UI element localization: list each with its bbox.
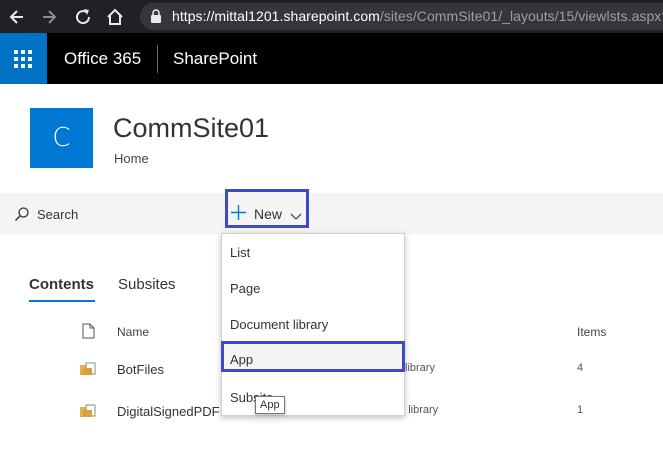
menu-item-document-library[interactable]: Document library bbox=[230, 317, 328, 332]
plus-icon bbox=[230, 204, 247, 226]
new-button-label: New bbox=[254, 206, 283, 222]
site-logo[interactable]: C bbox=[30, 108, 93, 168]
search-label[interactable]: Search bbox=[37, 207, 78, 222]
tab-contents[interactable]: Contents bbox=[29, 276, 94, 293]
forward-icon[interactable] bbox=[38, 6, 60, 28]
document-library-icon bbox=[80, 362, 96, 381]
sharepoint-link[interactable]: SharePoint bbox=[173, 49, 257, 69]
office-365-link[interactable]: Office 365 bbox=[64, 49, 141, 69]
search-box[interactable] bbox=[0, 193, 208, 234]
site-title[interactable]: CommSite01 bbox=[113, 113, 269, 144]
menu-item-app[interactable]: App bbox=[230, 352, 253, 367]
home-icon[interactable] bbox=[104, 6, 126, 28]
suite-divider bbox=[157, 45, 158, 73]
list-item-name[interactable]: BotFiles bbox=[117, 362, 164, 377]
tab-subsites[interactable]: Subsites bbox=[118, 276, 176, 293]
list-item-count: 4 bbox=[577, 362, 584, 374]
reload-icon[interactable] bbox=[72, 6, 94, 28]
column-header-items[interactable]: Items bbox=[577, 325, 606, 339]
menu-item-page[interactable]: Page bbox=[230, 281, 260, 296]
file-type-icon bbox=[82, 323, 95, 344]
document-library-icon bbox=[80, 404, 96, 423]
column-header-name[interactable]: Name bbox=[117, 325, 149, 339]
tab-selected-indicator bbox=[29, 300, 95, 302]
list-item-name[interactable]: DigitalSignedPDF bbox=[117, 404, 220, 419]
list-item-count: 1 bbox=[577, 404, 584, 416]
search-icon bbox=[14, 206, 30, 227]
lock-icon[interactable] bbox=[150, 9, 162, 28]
url-text[interactable]: https://mittal1201.sharepoint.com/sites/… bbox=[172, 8, 663, 24]
list-item-type-partial: library bbox=[405, 362, 435, 374]
back-icon[interactable] bbox=[6, 6, 28, 28]
nav-home-link[interactable]: Home bbox=[114, 151, 149, 166]
chevron-down-icon bbox=[290, 208, 302, 226]
waffle-icon bbox=[14, 50, 32, 68]
menu-item-list[interactable]: List bbox=[230, 245, 250, 260]
app-tooltip: App bbox=[255, 396, 285, 414]
